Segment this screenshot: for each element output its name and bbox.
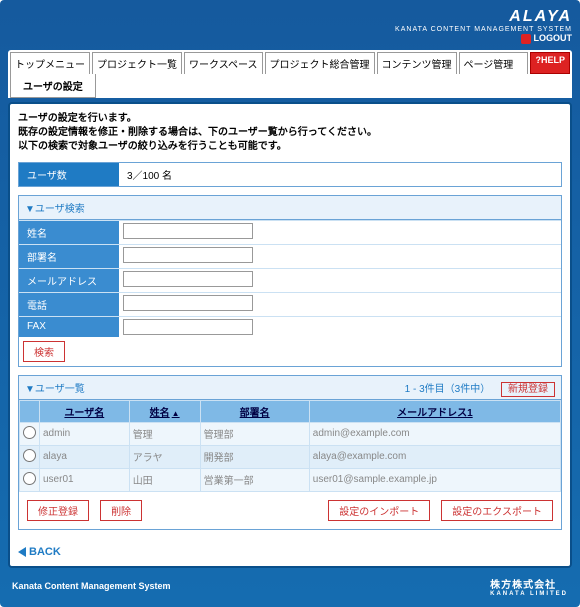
edit-button[interactable]: 修正登録 <box>27 500 89 521</box>
tab-projects[interactable]: プロジェクト一覧 <box>92 52 182 74</box>
label-fax: FAX <box>19 317 119 337</box>
brand-subtitle: KANATA CONTENT MANAGEMENT SYSTEM <box>395 26 572 33</box>
row-radio[interactable] <box>23 472 36 485</box>
table-row: user01 山田 営業第一部 user01@sample.example.jp <box>20 468 561 491</box>
back-arrow-icon <box>18 547 26 557</box>
input-fax[interactable] <box>123 319 253 335</box>
list-range: 1 - 3件目（3件中） <box>405 384 491 395</box>
table-row: admin 管理 管理部 admin@example.com <box>20 422 561 445</box>
tab-top[interactable]: トップメニュー <box>10 52 90 74</box>
delete-button[interactable]: 削除 <box>100 500 142 521</box>
export-button[interactable]: 設定のエクスポート <box>441 500 553 521</box>
user-table: ユーザ名 姓名 部署名 メールアドレス1 admin 管理 管理部 admin@… <box>19 400 561 492</box>
new-register-button[interactable]: 新規登録 <box>501 382 555 397</box>
label-dept: 部署名 <box>19 245 119 268</box>
input-dept[interactable] <box>123 247 253 263</box>
help-button[interactable]: ?HELP <box>530 52 570 74</box>
user-count-panel: ユーザ数 3／100 名 <box>18 162 562 187</box>
tab-workspace[interactable]: ワークスペース <box>184 52 263 74</box>
row-radio[interactable] <box>23 449 36 462</box>
label-tel: 電話 <box>19 293 119 316</box>
brand-logo: ALAYA <box>395 8 572 26</box>
tab-page-admin[interactable]: ページ管理 <box>459 52 529 74</box>
subtab-bar: ユーザの設定 <box>8 74 572 98</box>
list-panel: ▼ユーザ一覧 1 - 3件目（3件中） 新規登録 ユーザ名 姓名 部署名 メール… <box>18 375 562 530</box>
user-count-label: ユーザ数 <box>19 163 119 186</box>
main-tabs: トップメニュー プロジェクト一覧 ワークスペース プロジェクト総合管理 コンテン… <box>8 50 572 74</box>
col-dept[interactable]: 部署名 <box>200 400 309 422</box>
label-name: 姓名 <box>19 221 119 244</box>
app-header: ALAYA KANATA CONTENT MANAGEMENT SYSTEM L… <box>8 8 572 50</box>
tab-content-admin[interactable]: コンテンツ管理 <box>377 52 457 74</box>
search-button[interactable]: 検索 <box>23 341 65 362</box>
content-panel: ユーザの設定を行います。 既存の設定情報を修正・削除する場合は、下のユーザー覧か… <box>8 102 572 568</box>
back-button[interactable]: BACK <box>18 546 61 558</box>
footer-company: 株方株式会社 KANATA LIMITED <box>490 576 568 597</box>
col-name[interactable]: 姓名 <box>129 400 200 422</box>
col-user[interactable]: ユーザ名 <box>40 400 130 422</box>
input-tel[interactable] <box>123 295 253 311</box>
list-heading: ▼ユーザ一覧 1 - 3件目（3件中） 新規登録 <box>19 376 561 400</box>
import-button[interactable]: 設定のインポート <box>328 500 430 521</box>
logout-link[interactable]: LOGOUT <box>395 33 572 44</box>
input-name[interactable] <box>123 223 253 239</box>
intro-text: ユーザの設定を行います。 既存の設定情報を修正・削除する場合は、下のユーザー覧か… <box>18 112 562 154</box>
user-count-value: 3／100 名 <box>119 163 180 186</box>
table-row: alaya アラヤ 開発部 alaya@example.com <box>20 445 561 468</box>
col-mail[interactable]: メールアドレス1 <box>309 400 560 422</box>
label-mail: メールアドレス <box>19 269 119 292</box>
input-mail[interactable] <box>123 271 253 287</box>
row-radio[interactable] <box>23 426 36 439</box>
footer: Kanata Content Management System 株方株式会社 … <box>8 568 572 599</box>
footer-title: Kanata Content Management System <box>12 581 171 591</box>
tab-project-admin[interactable]: プロジェクト総合管理 <box>265 52 375 74</box>
search-heading: ▼ユーザ検索 <box>19 196 561 220</box>
col-select <box>20 400 40 422</box>
subtab-user-settings[interactable]: ユーザの設定 <box>10 74 96 98</box>
logout-icon <box>521 34 531 44</box>
search-panel: ▼ユーザ検索 姓名 部署名 メールアドレス 電話 FAX 検索 <box>18 195 562 367</box>
